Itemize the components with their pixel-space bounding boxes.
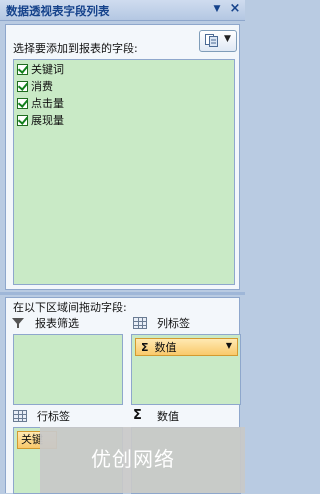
field-label: 点击量: [31, 97, 64, 110]
row-labels-label: 行标签: [37, 410, 70, 423]
chevron-down-icon[interactable]: ▼: [210, 2, 224, 16]
checkbox[interactable]: [17, 80, 28, 92]
close-icon[interactable]: ×: [228, 2, 242, 16]
grid-icon: [133, 317, 147, 329]
checkbox[interactable]: [17, 97, 28, 109]
drag-label: 在以下区域间拖动字段:: [13, 301, 127, 314]
checkbox[interactable]: [17, 63, 28, 75]
list-item[interactable]: 点击量: [17, 95, 64, 111]
field-label: 消费: [31, 80, 53, 93]
field-chip-values[interactable]: Σ 数值 ▼: [135, 338, 238, 356]
chevron-down-icon: ▼: [224, 34, 231, 44]
report-filter-title: 报表筛选: [11, 315, 79, 331]
report-filter-label: 报表筛选: [35, 317, 79, 330]
field-label: 关键词: [31, 63, 64, 76]
title-bar: 数据透视表字段列表 ▼ ×: [0, 0, 245, 21]
grid-icon: [13, 410, 27, 422]
fields-label: 选择要添加到报表的字段:: [13, 42, 138, 55]
column-labels-area[interactable]: Σ 数值 ▼: [131, 334, 241, 405]
chip-label: 数值: [154, 341, 177, 354]
sigma-icon: Σ: [133, 408, 142, 423]
watermark-text: 优创网络: [91, 447, 175, 471]
report-filter-area[interactable]: [13, 334, 123, 405]
field-list-layout-icon: [205, 34, 218, 47]
chevron-down-icon[interactable]: ▼: [226, 341, 232, 350]
field-label: 展现量: [31, 114, 64, 127]
panel-title: 数据透视表字段列表: [6, 4, 110, 18]
field-list: 关键词 消费 点击量 展现量: [13, 59, 235, 285]
list-item[interactable]: 关键词: [17, 61, 64, 77]
column-labels-title: 列标签: [133, 315, 190, 331]
values-label: 数值: [157, 410, 179, 423]
field-section: 选择要添加到报表的字段: ▼ 关键词 消费 点击量 展现量: [5, 24, 240, 290]
list-item[interactable]: 消费: [17, 78, 53, 94]
filter-icon: [11, 317, 25, 329]
layout-button[interactable]: ▼: [199, 30, 237, 52]
values-title: Σ 数值: [133, 408, 179, 424]
row-labels-title: 行标签: [13, 408, 70, 424]
column-labels-label: 列标签: [157, 317, 190, 330]
sigma-icon: Σ: [141, 340, 149, 354]
checkbox[interactable]: [17, 114, 28, 126]
list-item[interactable]: 展现量: [17, 112, 64, 128]
splitter[interactable]: [0, 292, 245, 295]
watermark: 优创网络: [40, 427, 245, 493]
